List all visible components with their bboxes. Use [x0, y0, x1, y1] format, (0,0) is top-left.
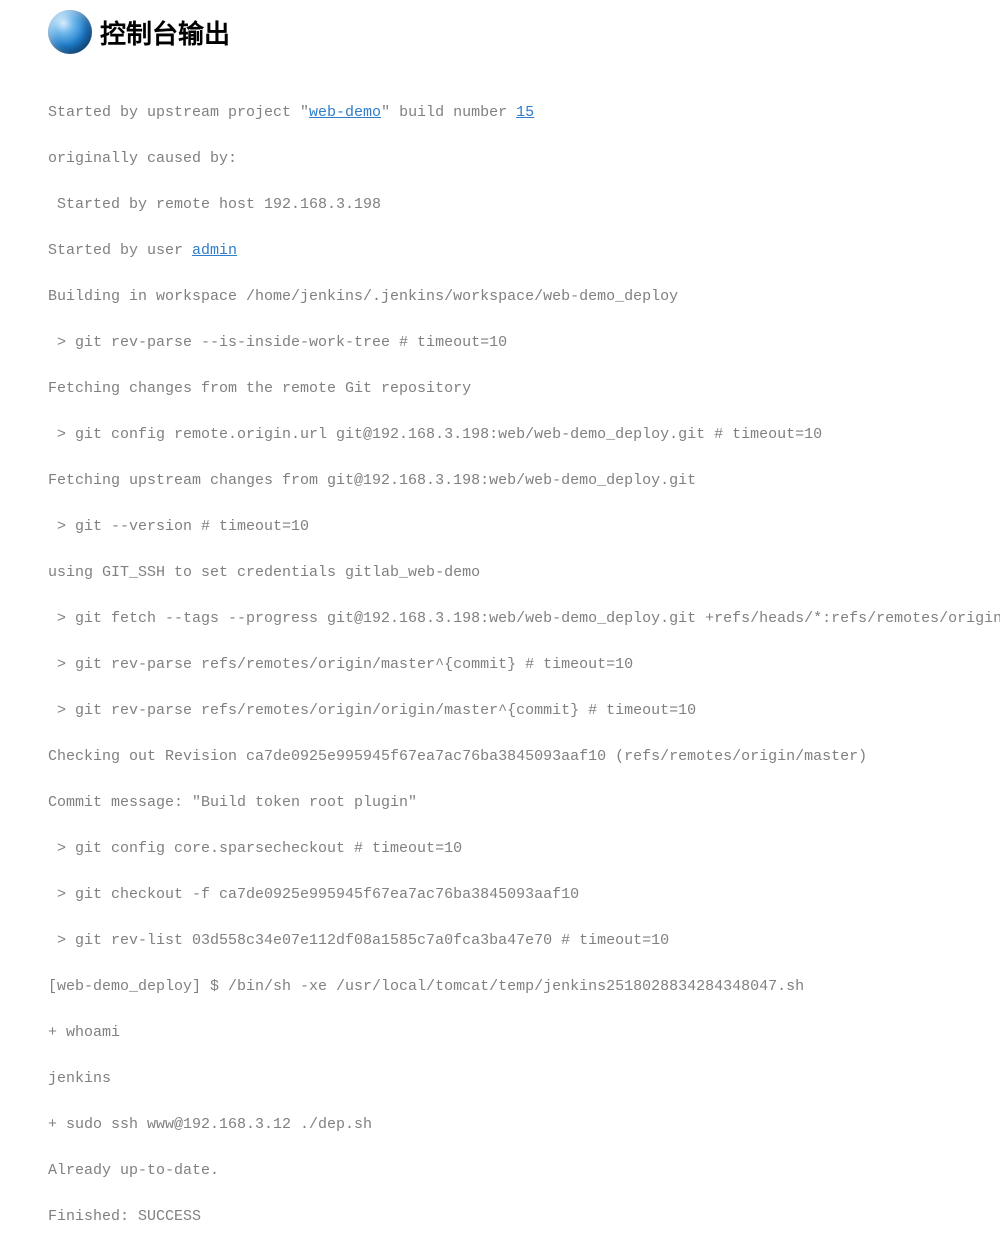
console-line: Finished: SUCCESS [48, 1205, 1000, 1228]
console-line: Already up-to-date. [48, 1159, 1000, 1182]
console-output: Started by upstream project "web-demo" b… [0, 64, 1000, 1251]
console-line: using GIT_SSH to set credentials gitlab_… [48, 561, 1000, 584]
console-line: jenkins [48, 1067, 1000, 1090]
console-line: Fetching changes from the remote Git rep… [48, 377, 1000, 400]
console-line: Building in workspace /home/jenkins/.jen… [48, 285, 1000, 308]
user-link[interactable]: admin [192, 242, 237, 259]
build-status-ball-icon [48, 10, 92, 54]
console-line: > git checkout -f ca7de0925e995945f67ea7… [48, 883, 1000, 906]
console-line: + whoami [48, 1021, 1000, 1044]
console-line: Started by user admin [48, 239, 1000, 262]
console-line: > git config core.sparsecheckout # timeo… [48, 837, 1000, 860]
console-line: > git config remote.origin.url git@192.1… [48, 423, 1000, 446]
console-line: > git rev-list 03d558c34e07e112df08a1585… [48, 929, 1000, 952]
console-header: 控制台输出 [0, 0, 1000, 64]
console-line: Checking out Revision ca7de0925e995945f6… [48, 745, 1000, 768]
text: " build number [381, 104, 516, 121]
console-line: Started by upstream project "web-demo" b… [48, 101, 1000, 124]
console-line: Fetching upstream changes from git@192.1… [48, 469, 1000, 492]
project-link[interactable]: web-demo [309, 104, 381, 121]
console-line: + sudo ssh www@192.168.3.12 ./dep.sh [48, 1113, 1000, 1136]
build-number-link[interactable]: 15 [516, 104, 534, 121]
console-line: > git fetch --tags --progress git@192.16… [48, 607, 1000, 630]
console-line: > git rev-parse refs/remotes/origin/mast… [48, 653, 1000, 676]
console-line: > git rev-parse refs/remotes/origin/orig… [48, 699, 1000, 722]
text: Started by upstream project " [48, 104, 309, 121]
console-line: > git --version # timeout=10 [48, 515, 1000, 538]
console-line: [web-demo_deploy] $ /bin/sh -xe /usr/loc… [48, 975, 1000, 998]
console-line: > git rev-parse --is-inside-work-tree # … [48, 331, 1000, 354]
text: Started by user [48, 242, 192, 259]
page-title: 控制台输出 [100, 14, 230, 51]
console-line: originally caused by: [48, 147, 1000, 170]
console-line: Started by remote host 192.168.3.198 [48, 193, 1000, 216]
console-line: Commit message: "Build token root plugin… [48, 791, 1000, 814]
